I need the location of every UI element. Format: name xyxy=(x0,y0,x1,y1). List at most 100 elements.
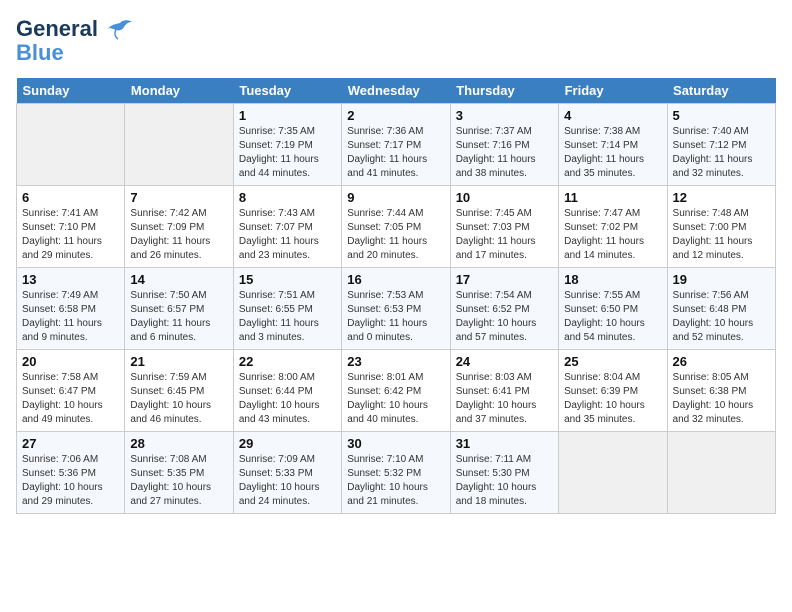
day-info: Sunrise: 7:36 AM Sunset: 7:17 PM Dayligh… xyxy=(347,125,444,181)
day-info: Sunrise: 7:58 AM Sunset: 6:47 PM Dayligh… xyxy=(22,371,119,427)
week-row-3: 13 Sunrise: 7:49 AM Sunset: 6:58 PM Dayli… xyxy=(17,268,776,350)
calendar-cell: 2 Sunrise: 7:36 AM Sunset: 7:17 PM Daylig… xyxy=(342,104,450,186)
calendar-cell: 27 Sunrise: 7:06 AM Sunset: 5:36 PM Dayli… xyxy=(17,432,125,514)
day-info: Sunrise: 7:40 AM Sunset: 7:12 PM Dayligh… xyxy=(673,125,770,181)
day-info: Sunrise: 7:47 AM Sunset: 7:02 PM Dayligh… xyxy=(564,207,661,263)
calendar-cell: 23Sunrise: 8:01 AM Sunset: 6:42 PM Dayli… xyxy=(342,350,450,432)
calendar-cell: 19 Sunrise: 7:56 AM Sunset: 6:48 PM Dayli… xyxy=(667,268,775,350)
day-info: Sunrise: 7:53 AM Sunset: 6:53 PM Dayligh… xyxy=(347,289,444,345)
day-number: 25 xyxy=(564,354,661,369)
page-header: General Blue xyxy=(16,16,776,66)
day-number: 5 xyxy=(673,108,770,123)
day-number: 20 xyxy=(22,354,119,369)
day-number: 18 xyxy=(564,272,661,287)
calendar-cell: 10 Sunrise: 7:45 AM Sunset: 7:03 PM Dayli… xyxy=(450,186,558,268)
day-number: 1 xyxy=(239,108,336,123)
day-info: Sunrise: 7:50 AM Sunset: 6:57 PM Dayligh… xyxy=(130,289,227,345)
calendar-cell: 31 Sunrise: 7:11 AM Sunset: 5:30 PM Dayli… xyxy=(450,432,558,514)
calendar-cell: 21Sunrise: 7:59 AM Sunset: 6:45 PM Dayli… xyxy=(125,350,233,432)
week-row-4: 20 Sunrise: 7:58 AM Sunset: 6:47 PM Dayli… xyxy=(17,350,776,432)
calendar-cell: 9 Sunrise: 7:44 AM Sunset: 7:05 PM Daylig… xyxy=(342,186,450,268)
calendar-table: SundayMondayTuesdayWednesdayThursdayFrid… xyxy=(16,78,776,514)
calendar-cell: 17 Sunrise: 7:54 AM Sunset: 6:52 PM Dayli… xyxy=(450,268,558,350)
day-number: 24 xyxy=(456,354,553,369)
calendar-cell: 18 Sunrise: 7:55 AM Sunset: 6:50 PM Dayli… xyxy=(559,268,667,350)
day-number: 31 xyxy=(456,436,553,451)
day-info: Sunrise: 7:10 AM Sunset: 5:32 PM Dayligh… xyxy=(347,453,444,509)
calendar-cell xyxy=(559,432,667,514)
day-info: Sunrise: 7:45 AM Sunset: 7:03 PM Dayligh… xyxy=(456,207,553,263)
calendar-cell: 24 Sunrise: 8:03 AM Sunset: 6:41 PM Dayli… xyxy=(450,350,558,432)
calendar-cell: 8Sunrise: 7:43 AM Sunset: 7:07 PM Daylig… xyxy=(233,186,341,268)
day-info: Sunrise: 7:56 AM Sunset: 6:48 PM Dayligh… xyxy=(673,289,770,345)
day-number: 6 xyxy=(22,190,119,205)
day-number: 4 xyxy=(564,108,661,123)
day-info: Sunrise: 7:48 AM Sunset: 7:00 PM Dayligh… xyxy=(673,207,770,263)
weekday-header-wednesday: Wednesday xyxy=(342,78,450,104)
calendar-cell: 13 Sunrise: 7:49 AM Sunset: 6:58 PM Dayli… xyxy=(17,268,125,350)
day-number: 11 xyxy=(564,190,661,205)
day-number: 10 xyxy=(456,190,553,205)
weekday-header-friday: Friday xyxy=(559,78,667,104)
day-info: Sunrise: 7:09 AM Sunset: 5:33 PM Dayligh… xyxy=(239,453,336,509)
calendar-cell xyxy=(17,104,125,186)
day-info: Sunrise: 7:49 AM Sunset: 6:58 PM Dayligh… xyxy=(22,289,119,345)
day-info: Sunrise: 7:42 AM Sunset: 7:09 PM Dayligh… xyxy=(130,207,227,263)
logo-text: General xyxy=(16,16,134,42)
day-info: Sunrise: 7:54 AM Sunset: 6:52 PM Dayligh… xyxy=(456,289,553,345)
day-number: 29 xyxy=(239,436,336,451)
day-info: Sunrise: 8:01 AM Sunset: 6:42 PM Dayligh… xyxy=(347,371,444,427)
day-number: 9 xyxy=(347,190,444,205)
calendar-cell: 25 Sunrise: 8:04 AM Sunset: 6:39 PM Dayli… xyxy=(559,350,667,432)
logo-blue-text: Blue xyxy=(16,40,64,65)
day-number: 22 xyxy=(239,354,336,369)
logo: General Blue xyxy=(16,16,134,66)
day-info: Sunrise: 8:00 AM Sunset: 6:44 PM Dayligh… xyxy=(239,371,336,427)
calendar-cell: 15 Sunrise: 7:51 AM Sunset: 6:55 PM Dayli… xyxy=(233,268,341,350)
calendar-cell: 7Sunrise: 7:42 AM Sunset: 7:09 PM Daylig… xyxy=(125,186,233,268)
day-number: 15 xyxy=(239,272,336,287)
calendar-cell: 16 Sunrise: 7:53 AM Sunset: 6:53 PM Dayli… xyxy=(342,268,450,350)
calendar-cell: 5 Sunrise: 7:40 AM Sunset: 7:12 PM Daylig… xyxy=(667,104,775,186)
calendar-cell: 11 Sunrise: 7:47 AM Sunset: 7:02 PM Dayli… xyxy=(559,186,667,268)
calendar-header: SundayMondayTuesdayWednesdayThursdayFrid… xyxy=(17,78,776,104)
day-number: 2 xyxy=(347,108,444,123)
day-info: Sunrise: 7:43 AM Sunset: 7:07 PM Dayligh… xyxy=(239,207,336,263)
day-info: Sunrise: 8:04 AM Sunset: 6:39 PM Dayligh… xyxy=(564,371,661,427)
day-number: 30 xyxy=(347,436,444,451)
day-info: Sunrise: 7:38 AM Sunset: 7:14 PM Dayligh… xyxy=(564,125,661,181)
weekday-header-row: SundayMondayTuesdayWednesdayThursdayFrid… xyxy=(17,78,776,104)
day-info: Sunrise: 7:55 AM Sunset: 6:50 PM Dayligh… xyxy=(564,289,661,345)
calendar-cell: 12Sunrise: 7:48 AM Sunset: 7:00 PM Dayli… xyxy=(667,186,775,268)
weekday-header-thursday: Thursday xyxy=(450,78,558,104)
calendar-cell: 22 Sunrise: 8:00 AM Sunset: 6:44 PM Dayli… xyxy=(233,350,341,432)
day-info: Sunrise: 7:44 AM Sunset: 7:05 PM Dayligh… xyxy=(347,207,444,263)
day-number: 28 xyxy=(130,436,227,451)
day-info: Sunrise: 7:08 AM Sunset: 5:35 PM Dayligh… xyxy=(130,453,227,509)
day-number: 13 xyxy=(22,272,119,287)
day-info: Sunrise: 7:41 AM Sunset: 7:10 PM Dayligh… xyxy=(22,207,119,263)
day-info: Sunrise: 7:06 AM Sunset: 5:36 PM Dayligh… xyxy=(22,453,119,509)
calendar-cell: 29 Sunrise: 7:09 AM Sunset: 5:33 PM Dayli… xyxy=(233,432,341,514)
day-info: Sunrise: 7:11 AM Sunset: 5:30 PM Dayligh… xyxy=(456,453,553,509)
weekday-header-saturday: Saturday xyxy=(667,78,775,104)
weekday-header-tuesday: Tuesday xyxy=(233,78,341,104)
calendar-cell xyxy=(667,432,775,514)
day-number: 26 xyxy=(673,354,770,369)
weekday-header-monday: Monday xyxy=(125,78,233,104)
calendar-cell: 4 Sunrise: 7:38 AM Sunset: 7:14 PM Daylig… xyxy=(559,104,667,186)
day-number: 27 xyxy=(22,436,119,451)
week-row-5: 27 Sunrise: 7:06 AM Sunset: 5:36 PM Dayli… xyxy=(17,432,776,514)
day-info: Sunrise: 8:03 AM Sunset: 6:41 PM Dayligh… xyxy=(456,371,553,427)
day-info: Sunrise: 8:05 AM Sunset: 6:38 PM Dayligh… xyxy=(673,371,770,427)
day-info: Sunrise: 7:35 AM Sunset: 7:19 PM Dayligh… xyxy=(239,125,336,181)
week-row-2: 6 Sunrise: 7:41 AM Sunset: 7:10 PM Daylig… xyxy=(17,186,776,268)
calendar-cell: 26 Sunrise: 8:05 AM Sunset: 6:38 PM Dayli… xyxy=(667,350,775,432)
day-number: 17 xyxy=(456,272,553,287)
weekday-header-sunday: Sunday xyxy=(17,78,125,104)
day-number: 19 xyxy=(673,272,770,287)
day-info: Sunrise: 7:51 AM Sunset: 6:55 PM Dayligh… xyxy=(239,289,336,345)
day-number: 16 xyxy=(347,272,444,287)
calendar-cell: 20 Sunrise: 7:58 AM Sunset: 6:47 PM Dayli… xyxy=(17,350,125,432)
calendar-cell: 28 Sunrise: 7:08 AM Sunset: 5:35 PM Dayli… xyxy=(125,432,233,514)
